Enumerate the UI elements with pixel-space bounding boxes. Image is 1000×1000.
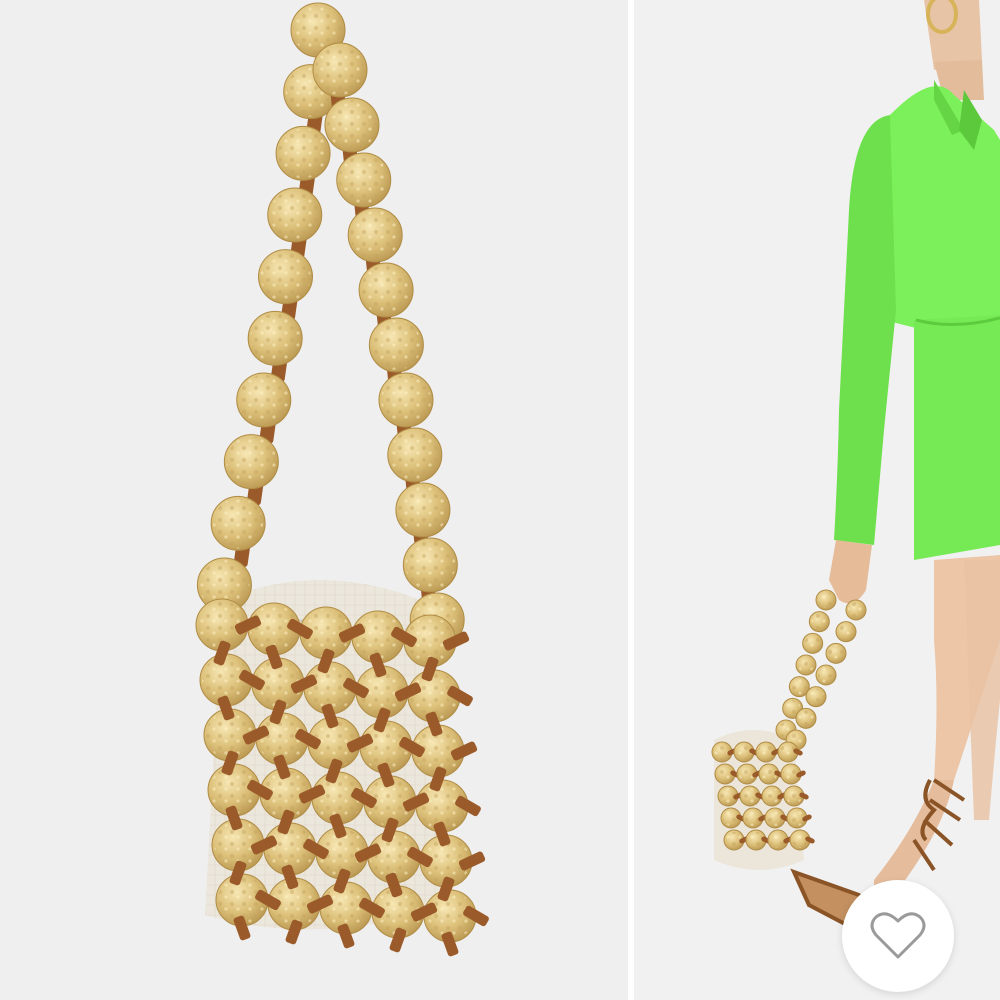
strap-left [196, 2, 346, 629]
product-image-model [634, 0, 1000, 1000]
model-head [924, 0, 984, 100]
held-bag [711, 589, 867, 870]
model-illustration [711, 0, 1000, 938]
favorite-button[interactable] [842, 880, 954, 992]
heart-outline-icon [870, 912, 926, 959]
product-image-main [0, 0, 628, 1000]
model-legs [874, 555, 1000, 900]
strap-right [312, 42, 465, 662]
green-blazer [834, 80, 1000, 560]
bag-illustration [195, 2, 489, 957]
model-hand [829, 540, 872, 604]
